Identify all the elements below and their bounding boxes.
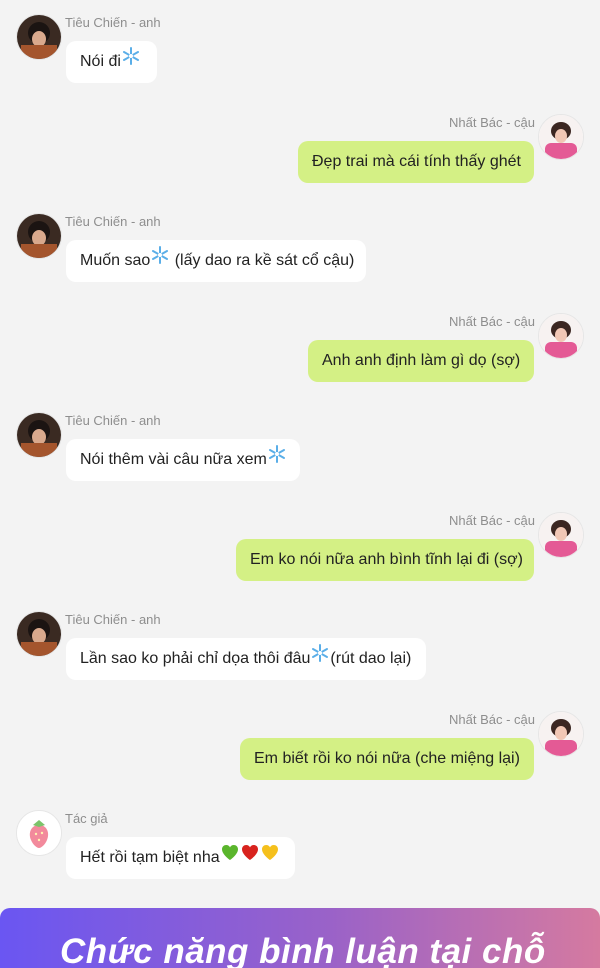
guy-black-hair-avatar[interactable] — [16, 213, 62, 259]
guy-pink-outfit-avatar[interactable] — [538, 711, 584, 757]
sender-name: Tiêu Chiến - anh — [65, 413, 161, 428]
message-bubble[interactable]: Anh anh định làm gì dọ (sợ) — [308, 340, 534, 382]
guy-pink-outfit-avatar[interactable] — [538, 512, 584, 558]
snowflake-icon — [268, 438, 286, 480]
sender-name: Tiêu Chiến - anh — [65, 214, 161, 229]
sender-name: Nhất Bác - cậu — [449, 513, 535, 528]
message-bubble[interactable]: Nói thêm vài câu nữa xem — [66, 439, 300, 481]
guy-black-hair-avatar[interactable] — [16, 611, 62, 657]
message-text-after: (lấy dao ra kề sát cổ cậu) — [170, 252, 355, 270]
message-text-after: (rút dao lại) — [330, 650, 412, 668]
sender-name: Nhất Bác - cậu — [449, 712, 535, 727]
message-text: Muốn sao — [80, 252, 151, 270]
sender-name: Tiêu Chiến - anh — [65, 612, 161, 627]
red-heart-icon — [241, 836, 259, 878]
message-bubble[interactable]: Hết rồi tạm biệt nha — [66, 837, 295, 879]
snowflake-icon — [151, 239, 169, 281]
message-text: Nói thêm vài câu nữa xem — [80, 451, 267, 469]
sender-name: Nhất Bác - cậu — [449, 314, 535, 329]
snowflake-icon — [311, 637, 329, 679]
message-bubble[interactable]: Em biết rồi ko nói nữa (che miệng lại) — [240, 738, 534, 780]
message-text: Nói đi — [80, 53, 121, 71]
message-text: Em ko nói nữa anh bình tĩnh lại đi (sợ) — [250, 551, 523, 568]
guy-pink-outfit-avatar[interactable] — [538, 313, 584, 359]
message-bubble[interactable]: Nói đi — [66, 41, 157, 83]
message-text: Anh anh định làm gì dọ (sợ) — [322, 352, 521, 369]
yellow-heart-icon — [261, 836, 279, 878]
message-text: Lần sao ko phải chỉ dọa thôi đâu — [80, 650, 311, 668]
guy-black-hair-avatar[interactable] — [16, 412, 62, 458]
message-bubble[interactable]: Em ko nói nữa anh bình tĩnh lại đi (sợ) — [236, 539, 534, 581]
sender-name: Nhất Bác - cậu — [449, 115, 535, 130]
message-text: Em biết rồi ko nói nữa (che miệng lại) — [254, 750, 520, 767]
sender-name: Tiêu Chiến - anh — [65, 15, 161, 30]
message-text: Hết rồi tạm biệt nha — [80, 849, 220, 867]
banner-text: Chức năng bình luận tại chỗ — [60, 932, 546, 968]
guy-pink-outfit-avatar[interactable] — [538, 114, 584, 160]
message-bubble[interactable]: Muốn sao (lấy dao ra kề sát cổ cậu) — [66, 240, 366, 282]
message-bubble[interactable]: Lần sao ko phải chỉ dọa thôi đâu (rút dao… — [66, 638, 426, 680]
snowflake-icon — [122, 40, 140, 82]
sender-name: Tác giả — [65, 811, 108, 826]
green-heart-icon — [221, 836, 239, 878]
message-bubble[interactable]: Đẹp trai mà cái tính thấy ghét — [298, 141, 534, 183]
guy-black-hair-avatar[interactable] — [16, 14, 62, 60]
comment-feature-banner[interactable]: Chức năng bình luận tại chỗ — [0, 908, 600, 968]
strawberry-avatar[interactable] — [16, 810, 62, 856]
message-text: Đẹp trai mà cái tính thấy ghét — [312, 153, 521, 170]
